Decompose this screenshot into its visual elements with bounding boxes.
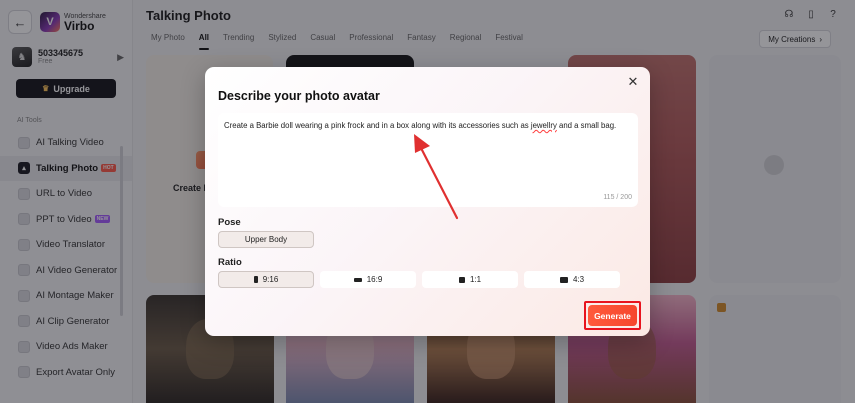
- character-count: 115 / 200: [603, 194, 632, 201]
- prompt-text: Create a Barbie doll wearing a pink froc…: [224, 121, 632, 131]
- ratio-option-label: 9:16: [262, 275, 279, 284]
- close-icon[interactable]: ✕: [625, 74, 641, 90]
- ratio-option-4-3[interactable]: 4:3: [524, 271, 620, 288]
- ratio-option-label: 16:9: [366, 275, 383, 284]
- ratio-option-label: 4:3: [572, 275, 585, 284]
- ratio-option-1-1[interactable]: 1:1: [422, 271, 518, 288]
- portrait-ratio-icon: [253, 276, 258, 283]
- landscape-ratio-icon: [353, 277, 362, 282]
- ratio-option-16-9[interactable]: 16:9: [320, 271, 416, 288]
- square-ratio-icon: [458, 276, 465, 283]
- describe-avatar-dialog: Describe your photo avatar ✕ Create a Ba…: [205, 67, 650, 336]
- dialog-title: Describe your photo avatar: [218, 89, 380, 103]
- standard-ratio-icon: [559, 276, 568, 283]
- prompt-text-part: and a small bag.: [556, 121, 617, 130]
- pose-option-label: Upper Body: [244, 235, 288, 244]
- pose-option-upper-body[interactable]: Upper Body: [218, 231, 314, 248]
- prompt-text-part: Create a Barbie doll wearing a pink froc…: [224, 121, 531, 130]
- ratio-option-9-16[interactable]: 9:16: [218, 271, 314, 288]
- misspelled-word: jewellry: [530, 121, 557, 130]
- generate-button[interactable]: Generate: [588, 305, 637, 326]
- pose-label: Pose: [218, 217, 241, 228]
- ratio-option-label: 1:1: [469, 275, 482, 284]
- ratio-label: Ratio: [218, 257, 242, 268]
- prompt-textarea[interactable]: Create a Barbie doll wearing a pink froc…: [218, 113, 638, 207]
